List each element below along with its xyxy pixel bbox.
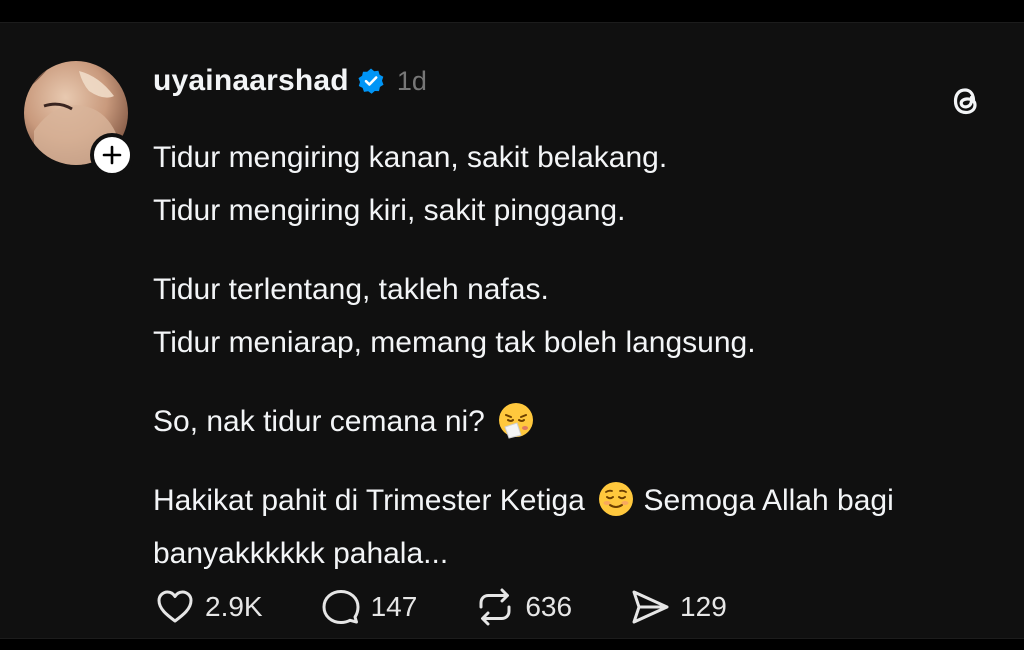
repost-button[interactable]: 636 bbox=[473, 585, 572, 629]
share-button[interactable]: 129 bbox=[628, 585, 727, 629]
share-count: 129 bbox=[680, 591, 727, 622]
post-timestamp[interactable]: 1d bbox=[397, 66, 427, 97]
comment-icon bbox=[322, 590, 360, 624]
follow-button[interactable] bbox=[90, 133, 134, 177]
post-text-line: Tidur meniarap, memang tak boleh langsun… bbox=[153, 326, 756, 359]
post-text-line: Tidur mengiring kanan, sakit belakang. bbox=[153, 141, 668, 174]
repost-icon bbox=[479, 588, 511, 626]
post-body: Tidur mengiring kanan, sakit belakang. T… bbox=[153, 131, 993, 580]
avatar-container[interactable] bbox=[24, 61, 134, 177]
threads-logo-icon[interactable] bbox=[946, 81, 986, 121]
post-header: uyainaarshad 1d bbox=[153, 61, 427, 101]
reply-button[interactable]: 147 bbox=[319, 585, 418, 629]
post-text-line: Hakikat pahit di Trimester Ketiga Semoga… bbox=[153, 474, 993, 580]
username-link[interactable]: uyainaarshad bbox=[153, 64, 349, 98]
post-text-line: Tidur terlentang, takleh nafas. bbox=[153, 273, 549, 306]
like-button[interactable]: 2.9K bbox=[153, 585, 263, 629]
sneezing-face-emoji-icon bbox=[497, 401, 535, 439]
post-text-line: So, nak tidur cemana ni? bbox=[153, 395, 993, 448]
repost-count: 636 bbox=[525, 591, 573, 622]
verified-badge-icon bbox=[357, 67, 385, 95]
heart-icon bbox=[157, 590, 193, 623]
post-text-segment: So, nak tidur cemana ni? bbox=[153, 405, 485, 438]
post-text-segment: Hakikat pahit di Trimester Ketiga bbox=[153, 484, 585, 517]
plus-icon bbox=[102, 145, 122, 165]
send-icon bbox=[632, 590, 669, 624]
post-actions: 2.9K 147 636 129 bbox=[153, 583, 783, 631]
relieved-face-emoji-icon bbox=[597, 480, 635, 518]
reply-count: 147 bbox=[370, 591, 418, 622]
thread-post: uyainaarshad 1d Tidur mengiring kanan, s… bbox=[0, 22, 1024, 639]
post-text-line: Tidur mengiring kiri, sakit pinggang. bbox=[153, 194, 626, 227]
like-count: 2.9K bbox=[205, 591, 263, 622]
